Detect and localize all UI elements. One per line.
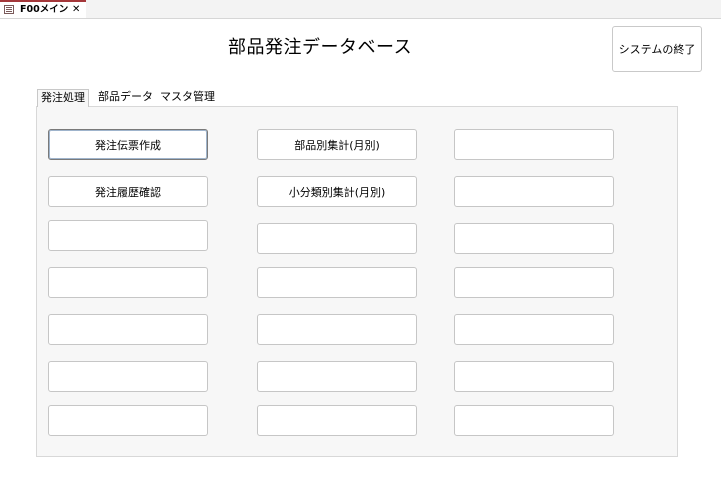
blank-button[interactable] — [48, 220, 208, 251]
document-tab-f00[interactable]: F00メイン ✕ — [0, 0, 86, 18]
page-title: 部品発注データベース — [228, 37, 413, 58]
blank-button[interactable] — [257, 223, 417, 254]
document-tab-label: F00メイン — [20, 4, 69, 15]
blank-button[interactable] — [257, 361, 417, 392]
blank-button[interactable] — [454, 176, 614, 207]
form-icon — [4, 5, 14, 14]
close-icon[interactable]: ✕ — [72, 2, 80, 17]
subcategory-monthly-summary-button[interactable]: 小分類別集計(月別) — [257, 176, 417, 207]
blank-button[interactable] — [257, 314, 417, 345]
blank-button[interactable] — [454, 361, 614, 392]
document-tab-strip: F00メイン ✕ — [0, 0, 721, 19]
blank-button[interactable] — [48, 314, 208, 345]
parts-monthly-summary-button[interactable]: 部品別集計(月別) — [257, 129, 417, 160]
blank-button[interactable] — [257, 267, 417, 298]
blank-button[interactable] — [48, 405, 208, 436]
blank-button[interactable] — [454, 405, 614, 436]
tab-parts-data[interactable]: 部品データ — [95, 89, 156, 106]
blank-button[interactable] — [48, 361, 208, 392]
tab-master-management[interactable]: マスタ管理 — [157, 89, 218, 106]
order-history-button[interactable]: 発注履歴確認 — [48, 176, 208, 207]
blank-button[interactable] — [454, 223, 614, 254]
exit-system-button[interactable]: システムの終了 — [612, 26, 702, 72]
blank-button[interactable] — [454, 314, 614, 345]
create-order-slip-button[interactable]: 発注伝票作成 — [48, 129, 208, 160]
blank-button[interactable] — [454, 129, 614, 160]
blank-button[interactable] — [257, 405, 417, 436]
tab-order-processing[interactable]: 発注処理 — [37, 89, 89, 107]
blank-button[interactable] — [454, 267, 614, 298]
blank-button[interactable] — [48, 267, 208, 298]
